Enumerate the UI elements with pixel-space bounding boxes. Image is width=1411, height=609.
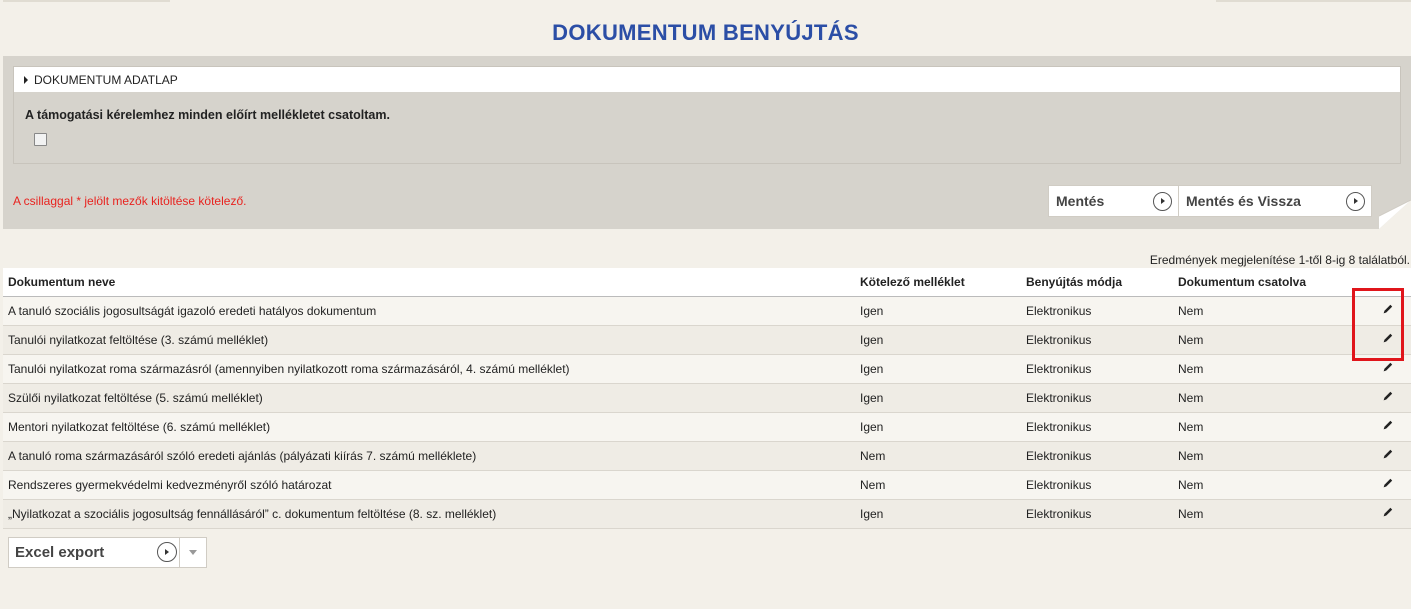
cell-submission-method: Elektronikus	[1021, 412, 1173, 442]
table-row: Szülői nyilatkozat feltöltése (5. számú …	[3, 383, 1411, 413]
save-and-back-button[interactable]: Mentés és Vissza	[1178, 185, 1372, 217]
pencil-icon[interactable]	[1382, 477, 1394, 489]
cell-document-name: Tanulói nyilatkozat roma származásról (a…	[3, 354, 855, 384]
excel-export-button[interactable]: Excel export	[8, 537, 207, 568]
cell-submission-method: Elektronikus	[1021, 296, 1173, 326]
cell-attached: Nem	[1173, 441, 1363, 471]
cell-attached: Nem	[1173, 354, 1363, 384]
cell-mandatory: Nem	[855, 441, 1021, 471]
cell-submission-method: Elektronikus	[1021, 325, 1173, 355]
caret-right-icon	[24, 75, 28, 84]
adatlap-section: DOKUMENTUM ADATLAP A támogatási kérelemh…	[13, 66, 1401, 164]
cell-attached: Nem	[1173, 412, 1363, 442]
cell-submission-method: Elektronikus	[1021, 470, 1173, 500]
pencil-icon[interactable]	[1382, 448, 1394, 460]
results-info: Eredmények megjelenítése 1-től 8-ig 8 ta…	[1149, 253, 1410, 267]
cell-attached: Nem	[1173, 383, 1363, 413]
chevron-down-icon[interactable]	[189, 550, 197, 555]
table-header-row: Dokumentum neve Kötelező melléklet Benyú…	[3, 268, 1411, 297]
page-title: DOKUMENTUM BENYÚJTÁS	[552, 20, 859, 45]
play-circle-icon	[157, 542, 177, 562]
play-circle-icon	[1153, 192, 1172, 211]
attachments-question: A támogatási kérelemhez minden előírt me…	[25, 108, 390, 122]
pencil-icon[interactable]	[1382, 419, 1394, 431]
cell-mandatory: Igen	[855, 499, 1021, 529]
table-row: A tanuló roma származásáról szóló eredet…	[3, 441, 1411, 471]
required-fields-note: A csillaggal * jelölt mezők kitöltése kö…	[13, 194, 247, 208]
cell-submission-method: Elektronikus	[1021, 441, 1173, 471]
save-button-label: Mentés	[1056, 193, 1105, 209]
column-header-attached[interactable]: Dokumentum csatolva	[1173, 268, 1363, 297]
cell-mandatory: Nem	[855, 470, 1021, 500]
pencil-icon[interactable]	[1382, 506, 1394, 518]
cell-document-name: Mentori nyilatkozat feltöltése (6. számú…	[3, 412, 855, 442]
cell-mandatory: Igen	[855, 383, 1021, 413]
cell-attached: Nem	[1173, 296, 1363, 326]
top-line	[0, 0, 1411, 2]
table-row: Rendszeres gyermekvédelmi kedvezményről …	[3, 470, 1411, 500]
column-header-submission-method[interactable]: Benyújtás módja	[1021, 268, 1173, 297]
cell-attached: Nem	[1173, 470, 1363, 500]
play-circle-icon	[1346, 192, 1365, 211]
cell-mandatory: Igen	[855, 354, 1021, 384]
pencil-icon[interactable]	[1382, 361, 1394, 373]
cell-actions	[1363, 499, 1411, 529]
table-row: Tanulói nyilatkozat roma származásról (a…	[3, 354, 1411, 384]
save-button[interactable]: Mentés	[1048, 185, 1179, 217]
cell-mandatory: Igen	[855, 325, 1021, 355]
cell-attached: Nem	[1173, 325, 1363, 355]
form-panel: DOKUMENTUM ADATLAP A támogatási kérelemh…	[3, 56, 1411, 229]
cell-actions	[1363, 441, 1411, 471]
attachments-checkbox[interactable]	[34, 133, 47, 146]
excel-export-label: Excel export	[15, 544, 105, 561]
cell-submission-method: Elektronikus	[1021, 383, 1173, 413]
cell-attached: Nem	[1173, 499, 1363, 529]
table-row: Mentori nyilatkozat feltöltése (6. számú…	[3, 412, 1411, 442]
corner-fold-decoration	[1379, 200, 1411, 229]
divider	[179, 538, 180, 567]
cell-document-name: Rendszeres gyermekvédelmi kedvezményről …	[3, 470, 855, 500]
highlight-annotation	[1352, 288, 1404, 361]
cell-submission-method: Elektronikus	[1021, 354, 1173, 384]
cell-document-name: „Nyilatkozat a szociális jogosultság fen…	[3, 499, 855, 529]
column-header-document-name[interactable]: Dokumentum neve	[3, 268, 855, 297]
save-and-back-label: Mentés és Vissza	[1186, 193, 1301, 209]
cell-actions	[1363, 470, 1411, 500]
cell-submission-method: Elektronikus	[1021, 499, 1173, 529]
table-row: Tanulói nyilatkozat feltöltése (3. számú…	[3, 325, 1411, 355]
cell-actions	[1363, 383, 1411, 413]
cell-actions	[1363, 412, 1411, 442]
cell-document-name: A tanuló roma származásáról szóló eredet…	[3, 441, 855, 471]
cell-document-name: A tanuló szociális jogosultságát igazoló…	[3, 296, 855, 326]
adatlap-header[interactable]: DOKUMENTUM ADATLAP	[14, 67, 1400, 92]
table-row: „Nyilatkozat a szociális jogosultság fen…	[3, 499, 1411, 529]
table-row: A tanuló szociális jogosultságát igazoló…	[3, 296, 1411, 326]
column-header-mandatory[interactable]: Kötelező melléklet	[855, 268, 1021, 297]
documents-table: Dokumentum neve Kötelező melléklet Benyú…	[3, 268, 1411, 529]
cell-mandatory: Igen	[855, 412, 1021, 442]
cell-mandatory: Igen	[855, 296, 1021, 326]
pencil-icon[interactable]	[1382, 390, 1394, 402]
cell-document-name: Tanulói nyilatkozat feltöltése (3. számú…	[3, 325, 855, 355]
cell-document-name: Szülői nyilatkozat feltöltése (5. számú …	[3, 383, 855, 413]
adatlap-header-label: DOKUMENTUM ADATLAP	[34, 72, 178, 87]
